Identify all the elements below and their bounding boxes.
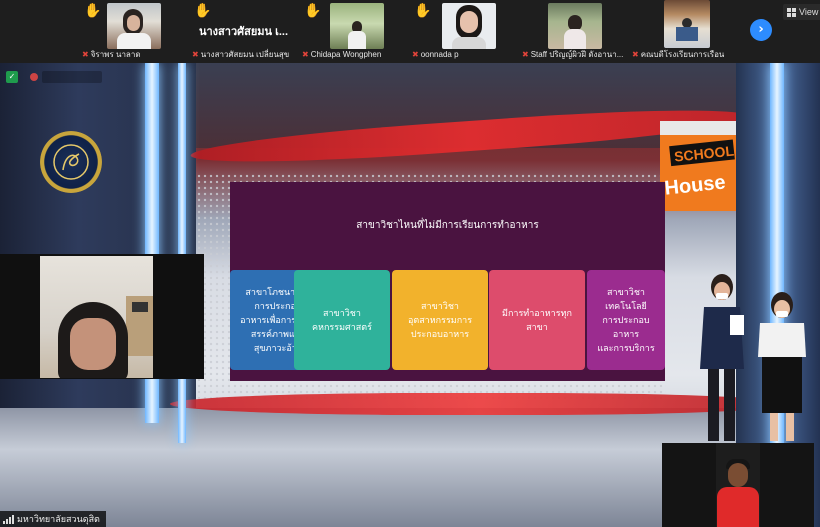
participant-name: นางสาวศัสยมน เปลี่ยนสุข — [200, 49, 290, 59]
participant-label: ✖ คณบดีโรงเรียนการเรือน — [632, 48, 724, 60]
participant-video-overlay[interactable] — [662, 443, 814, 527]
view-button[interactable]: View — [783, 4, 820, 20]
raised-hand-icon: ✋ — [414, 3, 432, 19]
participant-strip: ✋ ✖ จิราพร นาลาด ✋ นางสาวศัสยมน เ... ✖ น… — [0, 0, 820, 63]
raised-hand-icon: ✋ — [304, 3, 322, 19]
signal-bars-icon — [3, 514, 14, 524]
mic-muted-icon: ✖ — [632, 49, 639, 59]
participant-face — [70, 318, 116, 370]
participant-video — [442, 3, 496, 49]
participant-face — [728, 463, 748, 487]
participant-tile[interactable]: ✋ ✖ oonnada p — [410, 0, 517, 63]
mic-muted-icon: ✖ — [192, 49, 199, 59]
main-video-stage: ✓ SCHOOL House สาขาวิชาไหนที่ไม่มีการเรี… — [0, 63, 820, 527]
participant-tile[interactable]: ✖ คณบดีโรงเรียนการเรือน — [630, 0, 737, 63]
mic-muted-icon: ✖ — [522, 49, 529, 59]
participant-video — [107, 3, 161, 49]
shield-icon[interactable]: ✓ — [6, 71, 18, 83]
background-monitor — [132, 302, 148, 312]
quiz-option[interactable]: มีการทำอาหารทุก สาขา — [489, 270, 585, 370]
participant-label: ✖ oonnada p — [412, 48, 459, 60]
participant-label: ✖ Staff ปริญญ์ผิวฝี ดังอานา... — [522, 48, 623, 60]
participant-tile[interactable]: ✋ ✖ Chidapa Wongphen — [300, 0, 407, 63]
participant-label: ✖ จิราพร นาลาด — [82, 48, 141, 60]
participant-video — [664, 0, 710, 48]
participant-shirt — [717, 487, 759, 527]
participant-video — [330, 3, 384, 49]
participant-video — [548, 3, 602, 49]
participant-name: Staff ปริญญ์ผิวฝี ดังอานา... — [530, 49, 624, 59]
chevron-right-icon[interactable]: › — [750, 19, 772, 41]
quiz-option[interactable]: สาขาวิชา คหกรรมศาสตร์ — [294, 270, 390, 370]
participant-video-feed — [40, 256, 153, 378]
grid-view-icon — [787, 7, 796, 17]
quiz-option[interactable]: สาขาวิชาเทคโนโลยี การประกอบอาหาร และการบ… — [587, 270, 665, 370]
participant-video-overlay[interactable] — [0, 254, 204, 379]
zoom-meeting-window: ✋ ✖ จิราพร นาลาด ✋ นางสาวศัสยมน เ... ✖ น… — [0, 0, 820, 527]
university-seal-icon — [53, 144, 89, 180]
participant-name: oonnada p — [420, 49, 459, 59]
participant-tile[interactable]: ✖ Staff ปริญญ์ผิวฝี ดังอานา... — [520, 0, 627, 63]
mic-muted-icon: ✖ — [412, 49, 419, 59]
speaker-label: มหาวิทยาลัยสวนดุสิต — [0, 511, 106, 527]
participant-label: ✖ นางสาวศัสยมน เปลี่ยนสุข — [192, 48, 289, 60]
mic-muted-icon: ✖ — [82, 49, 89, 59]
recording-indicator — [42, 71, 102, 83]
school-house-sign: SCHOOL House — [660, 121, 736, 211]
participant-display-name: นางสาวศัสยมน เ... — [198, 26, 289, 38]
raised-hand-icon: ✋ — [194, 3, 212, 19]
mic-muted-icon: ✖ — [302, 49, 309, 59]
speaker-name: มหาวิทยาลัยสวนดุสิต — [17, 514, 100, 524]
quiz-slide: สาขาวิชาไหนที่ไม่มีการเรียนการทำอาหาร สา… — [230, 182, 665, 381]
presenter-left — [700, 274, 744, 441]
participant-name: คณบดีโรงเรียนการเรือน — [640, 49, 725, 59]
light-pillar — [178, 63, 186, 443]
view-label: View — [799, 7, 819, 17]
raised-hand-icon: ✋ — [84, 3, 102, 19]
presenter-right — [758, 292, 806, 441]
university-seal — [40, 131, 102, 193]
quiz-option[interactable]: สาขาวิชา อุตสาหกรรมการ ประกอบอาหาร — [392, 270, 488, 370]
quiz-question: สาขาวิชาไหนที่ไม่มีการเรียนการทำอาหาร — [356, 220, 539, 231]
recording-icon — [30, 73, 38, 81]
participant-tile[interactable]: ✋ ✖ จิราพร นาลาด — [80, 0, 187, 63]
participant-label: ✖ Chidapa Wongphen — [302, 48, 381, 60]
participant-tile[interactable]: ✋ นางสาวศัสยมน เ... ✖ นางสาวศัสยมน เปลี่… — [190, 0, 297, 63]
participant-name: Chidapa Wongphen — [310, 49, 382, 59]
participant-name: จิราพร นาลาด — [90, 49, 141, 59]
